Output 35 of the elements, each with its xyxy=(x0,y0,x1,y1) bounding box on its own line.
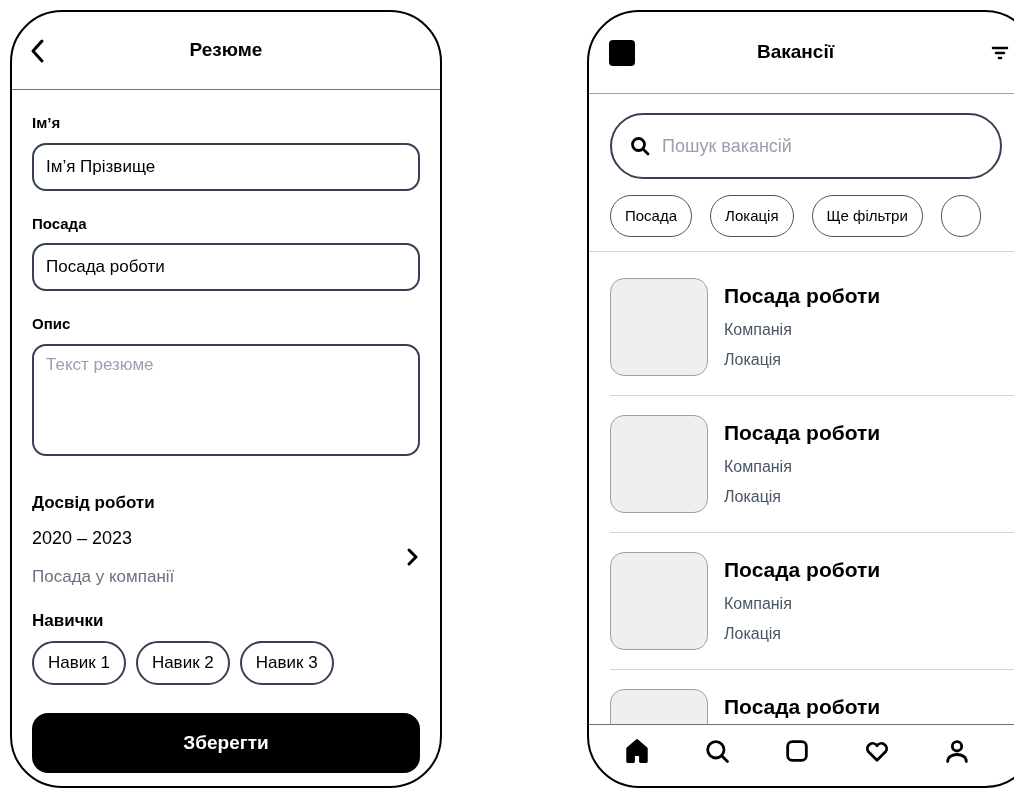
section-heading: Навички xyxy=(32,609,105,632)
section-heading: Досвід роботи xyxy=(32,491,156,514)
location-text: Локація xyxy=(724,623,783,644)
search-field[interactable]: Пошук вакансій xyxy=(610,113,1002,179)
filter-icon[interactable] xyxy=(991,45,1009,60)
chevron-right-icon[interactable] xyxy=(406,547,420,568)
location-text: Локація xyxy=(724,349,783,370)
input-field[interactable]: Посада роботи xyxy=(32,243,420,291)
location-text: Локація xyxy=(724,486,783,507)
home-icon[interactable] xyxy=(623,737,651,765)
position-text: Посада у компанії xyxy=(32,566,175,588)
logo-square-icon[interactable] xyxy=(609,39,635,66)
square-icon[interactable] xyxy=(783,737,811,765)
profile-icon[interactable] xyxy=(943,737,971,765)
job-title[interactable]: Посада роботи xyxy=(724,280,881,312)
skill-chip[interactable]: Навик 2 xyxy=(135,641,230,685)
period-text: 2020 – 2023 xyxy=(32,527,134,550)
search-icon xyxy=(630,136,650,156)
skill-chip[interactable]: Навик 1 xyxy=(32,641,126,685)
input-field[interactable]: Ім’я Прізвище xyxy=(32,142,420,191)
field-label: Опис xyxy=(32,314,72,334)
job-title[interactable]: Посада роботи xyxy=(724,417,881,449)
description-field[interactable]: Текст резюме xyxy=(32,343,420,456)
field-label: Посада xyxy=(32,213,88,234)
company-text: Компанія xyxy=(724,593,793,614)
job-title[interactable]: Посада роботи xyxy=(724,554,881,586)
screen-title: Резюме xyxy=(189,38,263,63)
company-text: Компанія xyxy=(724,456,793,477)
save-button[interactable]: Зберегти xyxy=(32,713,420,773)
company-text: Компанія xyxy=(724,319,793,340)
job-title[interactable]: Посада роботи xyxy=(724,691,881,723)
search-icon[interactable] xyxy=(703,737,731,765)
skill-chip[interactable]: Навик 3 xyxy=(239,641,334,685)
field-label: Ім’я xyxy=(32,113,62,133)
screen-title: Вакансії xyxy=(757,40,835,65)
